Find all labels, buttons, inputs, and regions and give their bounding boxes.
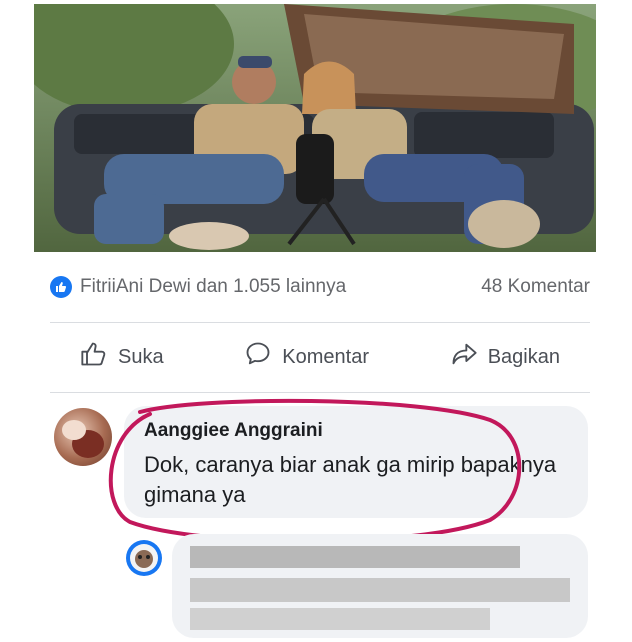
- divider: [50, 392, 590, 393]
- comment-text: Dok, caranya biar anak ga mirip bapaknya…: [144, 452, 557, 507]
- post-action-bar: Suka Komentar Bagikan: [50, 332, 590, 382]
- share-button[interactable]: Bagikan: [420, 340, 590, 374]
- comment-button[interactable]: Komentar: [214, 340, 399, 374]
- comment-label: Komentar: [282, 345, 370, 368]
- comment-bubble-icon: [244, 340, 272, 374]
- share-arrow-icon: [450, 340, 478, 374]
- reply-avatar[interactable]: [126, 540, 162, 576]
- comment-count[interactable]: 48 Komentar: [481, 276, 590, 298]
- reply-bubble-blurred: [172, 534, 588, 638]
- blurred-reply-line: [190, 578, 570, 602]
- comment-author[interactable]: Aanggiee Anggraini: [144, 420, 323, 442]
- divider: [50, 322, 590, 323]
- like-reaction-icon: [50, 276, 72, 298]
- reaction-summary-row: FitriiAni Dewi dan 1.055 lainnya 48 Kome…: [50, 270, 590, 304]
- reaction-summary[interactable]: FitriiAni Dewi dan 1.055 lainnya: [50, 276, 346, 298]
- like-label: Suka: [118, 345, 164, 368]
- post-photo[interactable]: [34, 4, 596, 252]
- like-button[interactable]: Suka: [50, 340, 194, 374]
- commenter-avatar[interactable]: [54, 408, 112, 466]
- reply-avatar-image: [130, 544, 158, 572]
- reaction-summary-text: FitriiAni Dewi dan 1.055 lainnya: [80, 276, 347, 297]
- comment-bubble: Aanggiee Anggraini Dok, caranya biar ana…: [124, 406, 588, 518]
- thumbs-up-icon: [80, 340, 108, 374]
- share-label: Bagikan: [487, 345, 560, 368]
- blurred-reply-author: [190, 546, 520, 568]
- blurred-reply-line: [190, 608, 490, 630]
